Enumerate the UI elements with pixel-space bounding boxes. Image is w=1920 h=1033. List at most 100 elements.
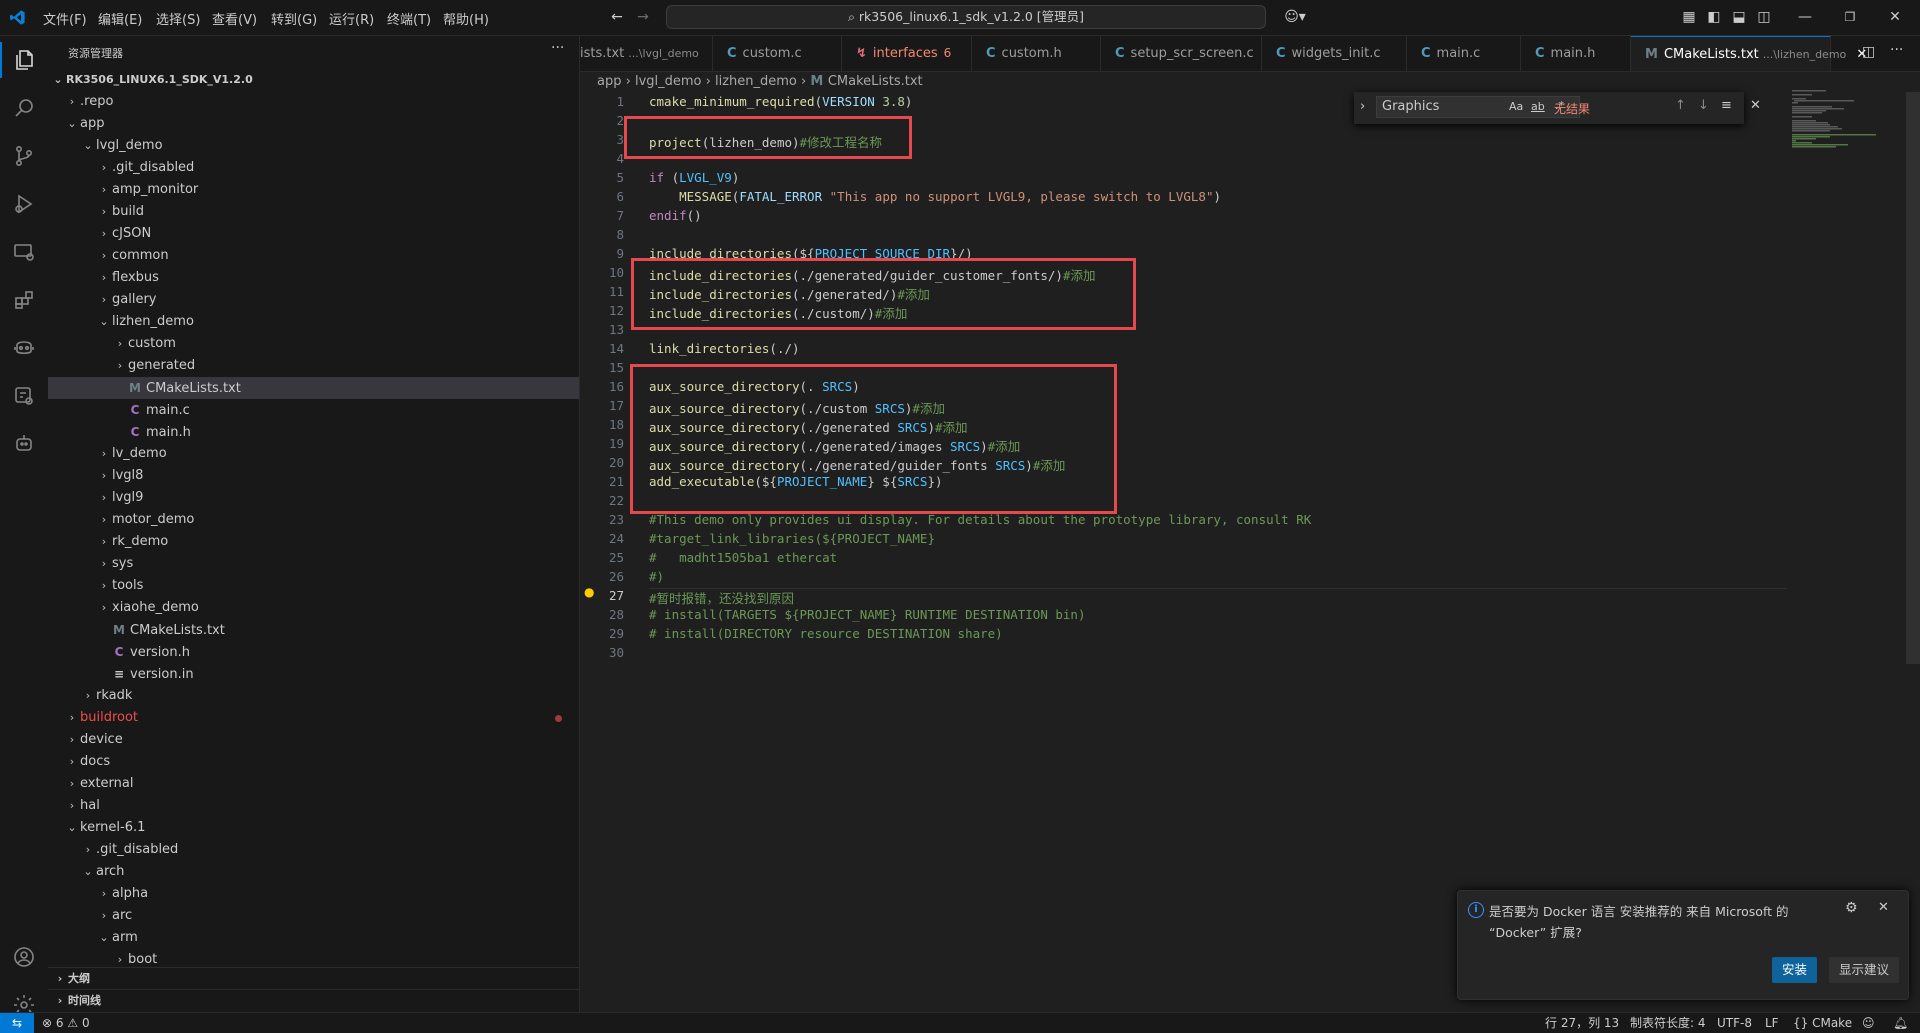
copilot-agent-icon[interactable] — [0, 324, 48, 372]
remote-indicator-icon[interactable]: ⇆ — [0, 1013, 34, 1033]
install-button[interactable]: 安装 — [1772, 957, 1818, 983]
tree-folder[interactable]: › motor_demo — [48, 509, 579, 531]
run-debug-icon[interactable] — [0, 180, 48, 228]
command-center[interactable]: ⌕ rk3506_linux6.1_sdk_v1.2.0 [管理员] — [666, 5, 1266, 29]
tree-folder[interactable]: › alpha — [48, 883, 579, 905]
next-match-icon[interactable]: ↓ — [1698, 98, 1709, 113]
close-notification-icon[interactable]: ✕ — [1878, 900, 1889, 915]
outline-section[interactable]: › 大纲 — [48, 967, 579, 990]
more-actions-icon[interactable]: ··· — [1890, 42, 1903, 58]
match-case-toggle[interactable]: Aa — [1509, 100, 1523, 113]
tree-file[interactable]: M CMakeLists.txt — [48, 619, 579, 641]
cursor-position[interactable]: 行 27，列 13 — [1545, 1013, 1619, 1033]
tree-folder[interactable]: › external — [48, 773, 579, 795]
tree-folder[interactable]: › .repo — [48, 91, 579, 113]
tree-folder[interactable]: › cJSON — [48, 223, 579, 245]
encoding[interactable]: UTF-8 — [1717, 1013, 1752, 1033]
tree-file[interactable]: ≡ version.in — [48, 663, 579, 685]
vertical-scrollbar[interactable] — [1906, 92, 1920, 664]
tree-folder[interactable]: › rkadk — [48, 685, 579, 707]
tree-folder[interactable]: ⌄ arm — [48, 927, 579, 949]
menu-4[interactable]: 转到(G) — [271, 9, 317, 28]
tree-folder[interactable]: ⌄ lvgl_demo — [48, 135, 579, 157]
container-tools-icon[interactable] — [0, 372, 48, 420]
language-mode[interactable]: {} CMake — [1793, 1013, 1852, 1033]
search-view-icon[interactable] — [0, 84, 48, 132]
more-actions-icon[interactable]: ··· — [551, 40, 564, 56]
notification-settings-gear-icon[interactable]: ⚙ — [1845, 900, 1858, 916]
tree-folder[interactable]: › lvgl8 — [48, 465, 579, 487]
menu-6[interactable]: 终端(T) — [387, 9, 431, 28]
tab-0[interactable]: ists.txt ...\lvgl_demo — [580, 36, 713, 71]
tree-folder[interactable]: › build — [48, 201, 579, 223]
tree-folder[interactable]: ⌄ lizhen_demo — [48, 311, 579, 333]
tab-2[interactable]: ↯ interfaces 6 — [842, 36, 972, 71]
find-input[interactable]: Graphics Aa ab .* — [1376, 96, 1580, 118]
tree-folder[interactable]: › sys — [48, 553, 579, 575]
tree-file[interactable]: Cmain.c — [48, 399, 579, 421]
tree-folder[interactable]: › common — [48, 245, 579, 267]
tree-folder[interactable]: › hal — [48, 795, 579, 817]
menu-0[interactable]: 文件(F) — [43, 9, 87, 28]
tree-folder[interactable]: › flexbus — [48, 267, 579, 289]
previous-match-icon[interactable]: ↑ — [1675, 98, 1686, 113]
back-arrow-icon[interactable]: ← — [608, 8, 626, 26]
menu-3[interactable]: 查看(V) — [212, 9, 257, 28]
tab-8[interactable]: M CMakeLists.txt ...\lizhen_demo ✕ — [1631, 36, 1867, 71]
minimap[interactable] — [1790, 88, 1900, 158]
menu-5[interactable]: 运行(R) — [329, 9, 374, 28]
find-in-selection-icon[interactable]: ≡ — [1721, 98, 1732, 113]
copilot-icon[interactable]: ☺▾ — [1280, 8, 1310, 26]
explorer-icon[interactable] — [0, 36, 48, 84]
menu-7[interactable]: 帮助(H) — [443, 9, 489, 28]
restore-icon[interactable]: ❐ — [1841, 8, 1859, 26]
remote-explorer-icon[interactable] — [0, 228, 48, 276]
tree-folder[interactable]: › lv_demo — [48, 443, 579, 465]
tree-folder[interactable]: › gallery — [48, 289, 579, 311]
breadcrumb-item[interactable]: lvgl_demo — [635, 74, 702, 89]
tree-folder[interactable]: › .git_disabled — [48, 839, 579, 861]
close-window-icon[interactable]: ✕ — [1886, 8, 1904, 26]
copilot-status-icon[interactable]: ☺ — [1862, 1013, 1875, 1033]
customize-layout-icon[interactable]: ▦ — [1680, 8, 1698, 26]
tab-3[interactable]: Ccustom.h — [972, 36, 1101, 71]
tree-folder[interactable]: › device — [48, 729, 579, 751]
tree-folder[interactable]: ⌄ app — [48, 113, 579, 135]
tree-folder[interactable]: ⌄ kernel-6.1 — [48, 817, 579, 839]
lightbulb-icon[interactable]: ● — [584, 585, 594, 599]
source-control-icon[interactable] — [0, 132, 48, 180]
tab-1[interactable]: Ccustom.c — [713, 36, 842, 71]
tree-folder[interactable]: › arc — [48, 905, 579, 927]
tab-7[interactable]: Cmain.h — [1521, 36, 1631, 71]
timeline-section[interactable]: › 时间线 — [48, 989, 579, 1012]
indentation[interactable]: 制表符长度: 4 — [1630, 1013, 1706, 1033]
tree-file[interactable]: Cversion.h — [48, 641, 579, 663]
notifications-bell-icon[interactable]: 🔔︎ — [1893, 1013, 1908, 1033]
breadcrumb-item[interactable]: CMakeLists.txt — [828, 74, 923, 89]
account-icon[interactable] — [0, 933, 48, 981]
menu-2[interactable]: 选择(S) — [156, 9, 200, 28]
toggle-panel-icon[interactable]: ⬓ — [1730, 8, 1748, 26]
tree-folder[interactable]: › buildroot — [48, 707, 579, 729]
end-of-line[interactable]: LF — [1765, 1013, 1779, 1033]
workspace-root[interactable]: ⌄ RK3506_LINUX6.1_SDK_V1.2.0 — [48, 69, 579, 91]
minimize-icon[interactable]: — — [1796, 8, 1814, 26]
problems-indicator[interactable]: ⊗ 6 ⚠ 0 — [42, 1013, 90, 1033]
breadcrumb-item[interactable]: app — [597, 74, 621, 89]
tree-folder[interactable]: › xiaohe_demo — [48, 597, 579, 619]
tree-folder[interactable]: › amp_monitor — [48, 179, 579, 201]
tree-folder[interactable]: › custom — [48, 333, 579, 355]
breadcrumb-item[interactable]: lizhen_demo — [715, 74, 797, 89]
tab-6[interactable]: Cmain.c — [1407, 36, 1521, 71]
tree-folder[interactable]: › tools — [48, 575, 579, 597]
tree-folder[interactable]: ⌄ arch — [48, 861, 579, 883]
tree-file[interactable]: M CMakeLists.txt — [48, 377, 579, 399]
tree-folder[interactable]: › docs — [48, 751, 579, 773]
menu-1[interactable]: 编辑(E) — [98, 9, 142, 28]
chat-bot-icon[interactable] — [0, 420, 48, 468]
tree-file[interactable]: Cmain.h — [48, 421, 579, 443]
close-find-icon[interactable]: ✕ — [1750, 98, 1761, 113]
split-editor-icon[interactable]: ◫ — [1862, 44, 1875, 60]
toggle-replace-chevron-icon[interactable]: › — [1360, 99, 1365, 114]
show-recommendations-button[interactable]: 显示建议 — [1829, 957, 1900, 983]
